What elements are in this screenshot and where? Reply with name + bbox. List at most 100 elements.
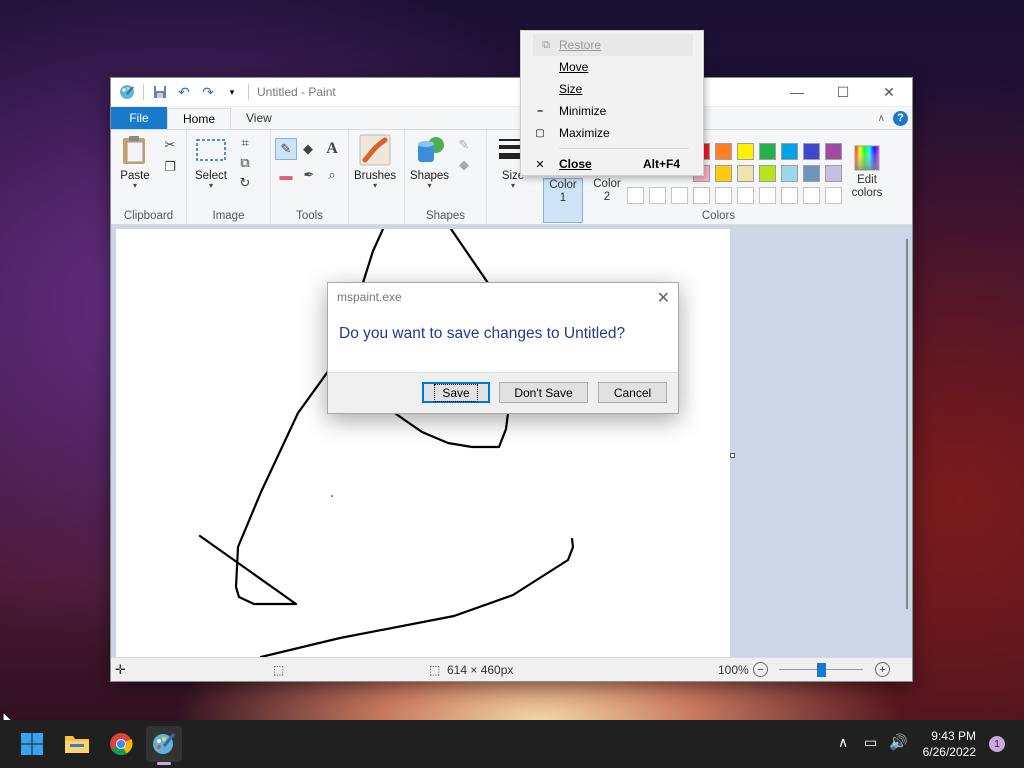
customize-qat-icon[interactable]: ▾ xyxy=(222,82,242,102)
redo-icon[interactable]: ↷ xyxy=(198,82,218,102)
resize-icon[interactable]: ⧉ xyxy=(236,154,254,172)
color-picker-icon[interactable]: ✒ xyxy=(300,166,318,184)
notification-badge[interactable]: 1 xyxy=(989,736,1005,752)
active-app-indicator xyxy=(157,762,171,765)
menu-item-close[interactable]: ✕ Close Alt+F4 xyxy=(521,153,703,175)
clock[interactable]: 9:43 PM 6/26/2022 xyxy=(923,728,976,760)
custom-color-slot[interactable] xyxy=(693,187,710,204)
show-hidden-icons-icon[interactable]: ∧ xyxy=(838,734,848,751)
pencil-icon[interactable]: ✎ xyxy=(275,138,297,160)
maximize-icon: ▢ xyxy=(535,127,545,139)
paint-app-icon[interactable] xyxy=(117,82,137,102)
edit-colors-button[interactable]: Edit colors xyxy=(852,145,882,205)
custom-color-slot[interactable] xyxy=(781,187,798,204)
edit-colors-icon xyxy=(854,145,880,171)
minimize-icon: – xyxy=(536,105,544,117)
title-bar[interactable]: ↶ ↷ ▾ Untitled - Paint — ☐ ✕ xyxy=(111,78,912,107)
dialog-close-icon[interactable]: ✕ xyxy=(657,288,670,308)
menu-item-move[interactable]: Move xyxy=(521,56,703,78)
select-icon xyxy=(196,139,226,161)
window-controls: — ☐ ✕ xyxy=(774,78,912,107)
custom-color-slot[interactable] xyxy=(649,187,666,204)
custom-color-slot[interactable] xyxy=(803,187,820,204)
chrome-button[interactable] xyxy=(103,726,139,762)
close-label: Close xyxy=(559,157,592,171)
color-swatch[interactable] xyxy=(759,143,776,160)
tab-file[interactable]: File xyxy=(111,107,167,129)
minimize-ribbon-icon[interactable]: ∧ xyxy=(878,113,885,124)
vertical-scrollbar[interactable] xyxy=(906,239,908,609)
color-swatch[interactable] xyxy=(825,165,842,182)
color-swatch[interactable] xyxy=(715,143,732,160)
menu-item-restore[interactable]: ⧉ Restore xyxy=(533,34,693,56)
custom-color-slot[interactable] xyxy=(715,187,732,204)
color-swatch[interactable] xyxy=(803,165,820,182)
cancel-button[interactable]: Cancel xyxy=(598,382,667,403)
cursor-position-icon: ✛ xyxy=(115,661,126,677)
color2-button[interactable]: Color 2 xyxy=(587,178,627,208)
custom-color-slot[interactable] xyxy=(737,187,754,204)
shapes-button[interactable]: Shapes ▾ xyxy=(410,134,449,190)
tab-view[interactable]: View xyxy=(231,107,287,129)
windows-logo-icon xyxy=(21,733,43,755)
qat-separator xyxy=(248,84,249,100)
custom-color-slot[interactable] xyxy=(759,187,776,204)
custom-color-slot[interactable] xyxy=(671,187,688,204)
color-swatch[interactable] xyxy=(781,165,798,182)
paint-taskbar-button[interactable] xyxy=(146,726,182,765)
help-icon[interactable]: ? xyxy=(893,110,908,126)
menu-item-size[interactable]: Size xyxy=(521,78,703,100)
chrome-icon xyxy=(110,733,133,755)
group-label-shapes: Shapes xyxy=(425,210,465,222)
taskbar: ∧ ▭ 🔊 9:43 PM 6/26/2022 1 xyxy=(0,720,1024,768)
zoom-in-button[interactable]: + xyxy=(875,662,890,677)
volume-icon[interactable]: 🔊 xyxy=(889,733,908,751)
color-swatch[interactable] xyxy=(715,165,732,182)
color-swatch[interactable] xyxy=(737,165,754,182)
close-button[interactable]: ✕ xyxy=(866,78,912,107)
outline-icon[interactable]: ✎ xyxy=(455,136,473,154)
custom-color-slot[interactable] xyxy=(627,187,644,204)
brushes-button[interactable]: Brushes ▾ xyxy=(354,134,396,190)
color1-label: Color xyxy=(549,179,577,191)
zoom-slider-thumb[interactable] xyxy=(817,663,826,677)
crop-icon[interactable]: ⌗ xyxy=(236,134,254,152)
copy-icon[interactable]: ❐ xyxy=(161,158,179,176)
dont-save-button[interactable]: Don't Save xyxy=(499,382,588,403)
shapes-dropdown-icon: ▾ xyxy=(427,181,432,190)
maximize-button[interactable]: ☐ xyxy=(820,78,866,107)
zoom-out-button[interactable]: − xyxy=(753,662,768,677)
fill-icon[interactable]: ◆ xyxy=(299,140,317,158)
undo-icon[interactable]: ↶ xyxy=(174,82,194,102)
tab-home[interactable]: Home xyxy=(167,108,232,129)
zoom-level: 100% xyxy=(718,662,749,677)
menu-item-minimize[interactable]: – Minimize xyxy=(521,100,703,122)
color-swatch[interactable] xyxy=(781,143,798,160)
start-button[interactable] xyxy=(14,726,50,762)
paste-button[interactable]: Paste ▾ xyxy=(119,134,151,190)
canvas-size-icon: ⬚ xyxy=(429,662,441,677)
ribbon-tabs: File Home View ∧ ? xyxy=(111,107,912,130)
color-swatch[interactable] xyxy=(737,143,754,160)
save-button[interactable]: Save xyxy=(422,382,490,403)
canvas-dimensions: 614 × 460px xyxy=(447,662,514,677)
minimize-button[interactable]: — xyxy=(774,78,820,107)
canvas-resize-handle-right[interactable] xyxy=(730,453,735,458)
menu-item-maximize[interactable]: ▢ Maximize xyxy=(521,122,703,144)
window-title: Untitled - Paint xyxy=(257,85,336,99)
text-icon[interactable]: A xyxy=(323,140,341,158)
rotate-icon[interactable]: ↻ xyxy=(236,174,254,192)
shape-fill-icon[interactable]: ◆ xyxy=(455,156,473,174)
magnifier-icon[interactable]: ⌕ xyxy=(323,166,341,184)
color-swatch[interactable] xyxy=(803,143,820,160)
eraser-icon[interactable]: ▬ xyxy=(277,166,295,184)
network-icon[interactable]: ▭ xyxy=(864,734,877,751)
custom-color-slot[interactable] xyxy=(825,187,842,204)
color-swatch[interactable] xyxy=(759,165,776,182)
color-swatch[interactable] xyxy=(825,143,842,160)
cancel-button-label: Cancel xyxy=(613,385,652,400)
cut-icon[interactable]: ✂ xyxy=(161,136,179,154)
save-icon[interactable] xyxy=(150,82,170,102)
select-button[interactable]: Select ▾ xyxy=(195,134,227,190)
file-explorer-button[interactable] xyxy=(59,726,95,762)
